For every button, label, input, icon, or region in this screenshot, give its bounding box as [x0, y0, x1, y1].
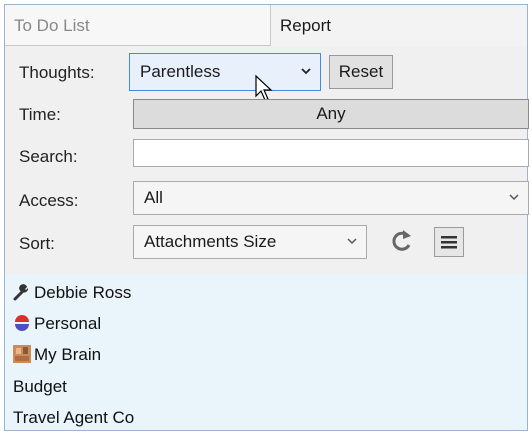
- list-item[interactable]: Budget: [13, 374, 67, 400]
- list-item[interactable]: Travel Agent Co: [13, 405, 134, 431]
- wrench-icon: [13, 283, 31, 301]
- search-input[interactable]: [133, 139, 529, 167]
- reset-button[interactable]: Reset: [329, 55, 393, 89]
- access-select[interactable]: All: [133, 181, 529, 215]
- chevron-down-icon: [346, 226, 358, 270]
- results-list: Debbie Ross Personal My Brain Budget Tra…: [5, 274, 527, 430]
- brain-photo-icon: [13, 345, 31, 363]
- list-item-label: Debbie Ross: [34, 283, 132, 302]
- thoughts-select[interactable]: Parentless: [129, 53, 321, 91]
- access-label: Access:: [19, 191, 79, 210]
- personal-icon: [13, 314, 31, 332]
- thoughts-label: Thoughts:: [19, 63, 95, 82]
- tab-bar: To Do List Report: [5, 5, 527, 46]
- time-range-button[interactable]: Any: [133, 99, 529, 129]
- list-item[interactable]: Debbie Ross: [13, 280, 131, 306]
- chevron-down-icon: [300, 54, 312, 104]
- search-label: Search:: [19, 147, 78, 166]
- sort-label: Sort:: [19, 234, 55, 253]
- tab-report[interactable]: Report: [271, 5, 527, 46]
- list-item-label: My Brain: [34, 345, 102, 364]
- menu-icon[interactable]: [434, 227, 464, 257]
- time-label: Time:: [19, 105, 61, 124]
- tab-to-do-list[interactable]: To Do List: [5, 5, 271, 46]
- list-item-label: Personal: [34, 314, 102, 333]
- refresh-icon[interactable]: [388, 227, 416, 255]
- list-item[interactable]: Personal: [13, 311, 101, 337]
- list-item[interactable]: My Brain: [13, 342, 101, 368]
- list-item-label: Travel Agent Co: [13, 408, 135, 427]
- list-item-label: Budget: [13, 377, 67, 396]
- thoughts-select-value: Parentless: [140, 62, 221, 81]
- report-panel: To Do List Report Thoughts: Parentless R…: [4, 4, 529, 431]
- sort-select-value: Attachments Size: [144, 232, 277, 251]
- chevron-down-icon: [508, 182, 520, 226]
- access-select-value: All: [144, 188, 163, 207]
- sort-select[interactable]: Attachments Size: [133, 225, 367, 259]
